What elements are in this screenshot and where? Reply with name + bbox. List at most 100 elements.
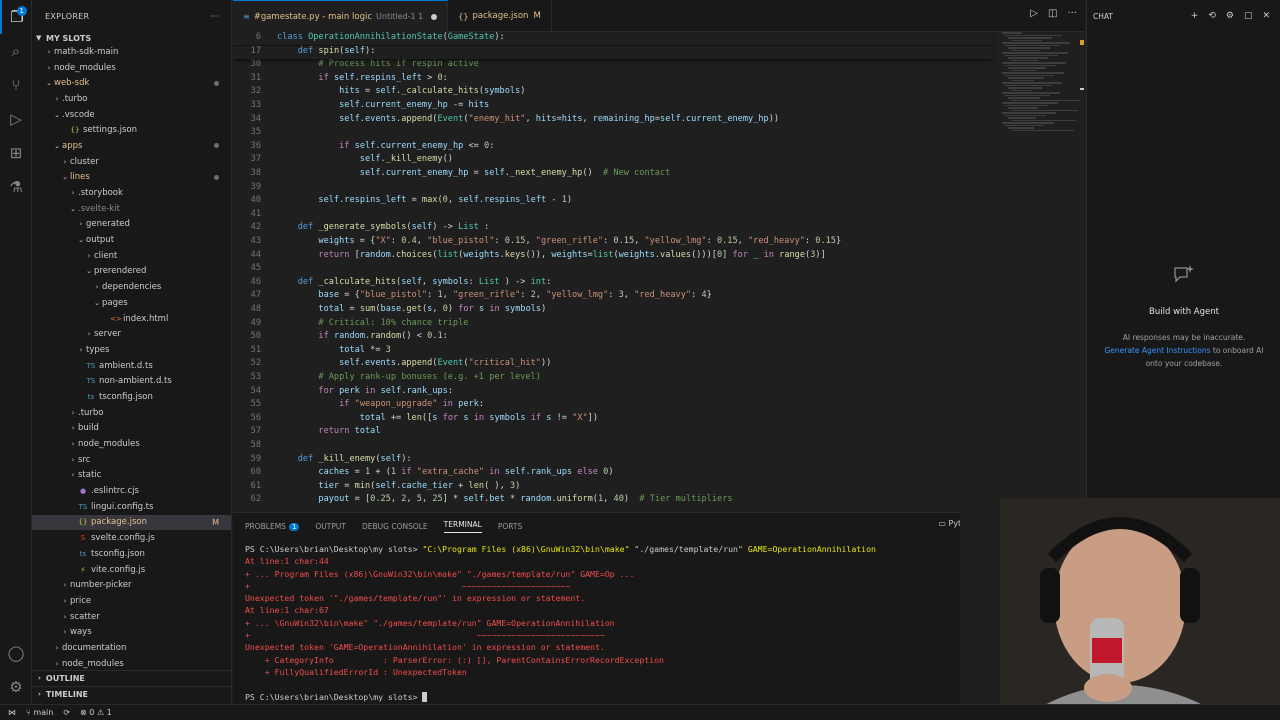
tab-terminal[interactable]: TERMINAL [443,520,482,533]
tree-folder[interactable]: › math-sdk-main [32,44,231,60]
code-line[interactable]: 33 self.current_enemy_hp -= hits [233,100,993,113]
code-line[interactable]: 37 self._kill_enemy() [233,154,993,167]
tree-folder[interactable]: › client [32,248,231,264]
manage-gear-icon[interactable]: ⚙ [0,670,32,704]
tree-file[interactable]: ts tsconfig.json [32,546,231,562]
code-line[interactable]: 44 return [random.choices(list(weights.k… [233,250,993,263]
code-editor[interactable]: 6 class OperationAnnihilationState(GameSt… [233,32,1085,512]
tab-package-json[interactable]: {} package.json M [448,0,552,32]
outline-section[interactable]: › OUTLINE [32,670,232,685]
testing-icon[interactable]: ⚗ [0,170,32,204]
tree-folder[interactable]: › server [32,326,231,342]
tree-folder[interactable]: › .turbo [32,91,231,107]
tree-folder[interactable]: ⌄ pages [32,295,231,311]
tree-file[interactable]: ts tsconfig.json [32,389,231,405]
code-line[interactable]: 49 # Critical: 10% chance triple [233,318,993,331]
history-icon[interactable]: ⟲ [1208,11,1216,21]
tab-debug-console[interactable]: DEBUG CONSOLE [362,522,428,531]
run-icon[interactable]: ▷ [1030,8,1038,19]
tree-file[interactable]: ⚡ vite.config.js [32,562,231,578]
code-line[interactable]: 31 if self.respins_left > 0: [233,73,993,86]
more-actions-icon[interactable]: ··· [210,12,219,21]
maximize-icon[interactable]: ▢ [1244,11,1253,21]
tree-folder[interactable]: › static [32,468,231,484]
extensions-icon[interactable]: ⊞ [0,136,32,170]
code-line[interactable]: 45 [233,263,993,276]
tree-folder[interactable]: ⌄ apps [32,138,231,154]
code-line[interactable]: 60 caches = 1 + (1 if "extra_cache" in s… [233,467,993,480]
code-line[interactable]: 62 payout = [0.25, 2, 5, 25] * self.bet … [233,494,993,507]
tab-ports[interactable]: PORTS [498,522,522,531]
tree-folder[interactable]: › ways [32,624,231,640]
close-icon[interactable]: ✕ [1262,11,1270,21]
tree-folder[interactable]: › .storybook [32,185,231,201]
tree-file[interactable]: <> index.html [32,311,231,327]
split-editor-icon[interactable]: ◫ [1048,8,1057,19]
problems-indicator[interactable]: ⊗ 0 ⚠ 1 [80,708,112,717]
tree-folder[interactable]: ⌄ .svelte-kit [32,201,231,217]
code-line[interactable]: 58 [233,440,993,453]
code-line[interactable]: 47 base = {"blue_pistol": 1, "green_rifl… [233,290,993,303]
code-line[interactable]: 46 def _calculate_hits(self, symbols: Li… [233,277,993,290]
code-line[interactable]: 54 for perk in self.rank_ups: [233,386,993,399]
code-line[interactable]: 52 self.events.append(Event("critical_hi… [233,358,993,371]
run-debug-icon[interactable]: ▷ [0,102,32,136]
tree-folder[interactable]: › number-picker [32,577,231,593]
unsaved-dot-icon[interactable] [431,13,438,20]
new-chat-icon[interactable]: + [1191,11,1199,21]
generate-instructions-link[interactable]: Generate Agent Instructions [1104,346,1210,355]
code-line[interactable]: 6 class OperationAnnihilationState(GameSt… [233,32,993,45]
source-control-icon[interactable]: ⑂ [0,68,32,102]
tree-folder[interactable]: ⌄ web-sdk [32,75,231,91]
tree-file[interactable]: {} package.json M [32,514,231,531]
tree-file[interactable]: {} settings.json [32,122,231,138]
remote-icon[interactable]: ⋈ [8,708,16,717]
sync-icon[interactable]: ⟳ [63,708,70,717]
tree-folder[interactable]: › build [32,421,231,437]
code-line[interactable]: 39 [233,182,993,195]
code-line[interactable]: 41 [233,209,993,222]
code-line[interactable]: 50 if random.random() < 0.1: [233,331,993,344]
code-line[interactable]: 51 total *= 3 [233,345,993,358]
tree-folder[interactable]: › node_modules [32,60,231,76]
code-line[interactable]: 55 if "weapon_upgrade" in perk: [233,399,993,412]
code-line[interactable]: 34 self.events.append(Event("enemy_hit",… [233,114,993,127]
tree-file[interactable]: TS ambient.d.ts [32,358,231,374]
code-line[interactable]: 35 [233,127,993,140]
workspace-section[interactable]: ▼ MY SLOTS [32,32,231,44]
minimap[interactable] [1002,32,1080,152]
code-line[interactable]: 38 self.current_enemy_hp = self._next_en… [233,168,993,181]
tree-folder[interactable]: › generated [32,217,231,233]
tree-folder[interactable]: › .turbo [32,405,231,421]
settings-icon[interactable]: ⚙ [1226,11,1234,21]
code-line[interactable]: 56 total += len([s for s in symbols if s… [233,413,993,426]
branch-indicator[interactable]: ⑂ main [26,708,53,717]
tab-output[interactable]: OUTPUT [315,522,346,531]
editor-scrollbar[interactable] [1077,32,1085,512]
tree-folder[interactable]: › cluster [32,154,231,170]
tree-folder[interactable]: › documentation [32,640,231,656]
explorer-icon[interactable]: ❐ 1 [0,0,32,34]
code-line[interactable]: 43 weights = {"X": 0.4, "blue_pistol": 0… [233,236,993,249]
tree-folder[interactable]: ⌄ output [32,232,231,248]
tree-folder[interactable]: › dependencies [32,279,231,295]
tree-file[interactable]: TS lingui.config.ts [32,499,231,515]
terminal-output[interactable]: PS C:\Users\brian\Desktop\my slots> "C:\… [245,544,1075,704]
code-line[interactable]: 53 # Apply rank-up bonuses (e.g. +1 per … [233,372,993,385]
search-icon[interactable]: ⌕ [0,34,32,68]
tab-problems[interactable]: PROBLEMS 1 [245,522,300,531]
code-line[interactable]: 32 hits = self._calculate_hits(symbols) [233,86,993,99]
tab-gamestate[interactable]: ≡ #gamestate.py - main logic Untitled-1 … [233,0,449,32]
tree-folder[interactable]: ⌄ prerendered [32,264,231,280]
tree-folder[interactable]: › src [32,452,231,468]
code-line[interactable]: 40 self.respins_left = max(0, self.respi… [233,195,993,208]
code-line[interactable]: 36 if self.current_enemy_hp <= 0: [233,141,993,154]
code-line[interactable]: 30 # Process hits if respin active [233,59,993,72]
tree-folder[interactable]: › price [32,593,231,609]
tree-file[interactable]: Ssvelte.config.js [32,530,231,546]
code-line[interactable]: 61 tier = min(self.cache_tier + len( ), … [233,481,993,494]
code-line[interactable]: 17 def spin(self): [233,45,993,59]
more-actions-icon[interactable]: ··· [1067,8,1077,19]
tree-file[interactable]: ● .eslintrc.cjs [32,483,231,499]
code-line[interactable]: 57 return total [233,426,993,439]
